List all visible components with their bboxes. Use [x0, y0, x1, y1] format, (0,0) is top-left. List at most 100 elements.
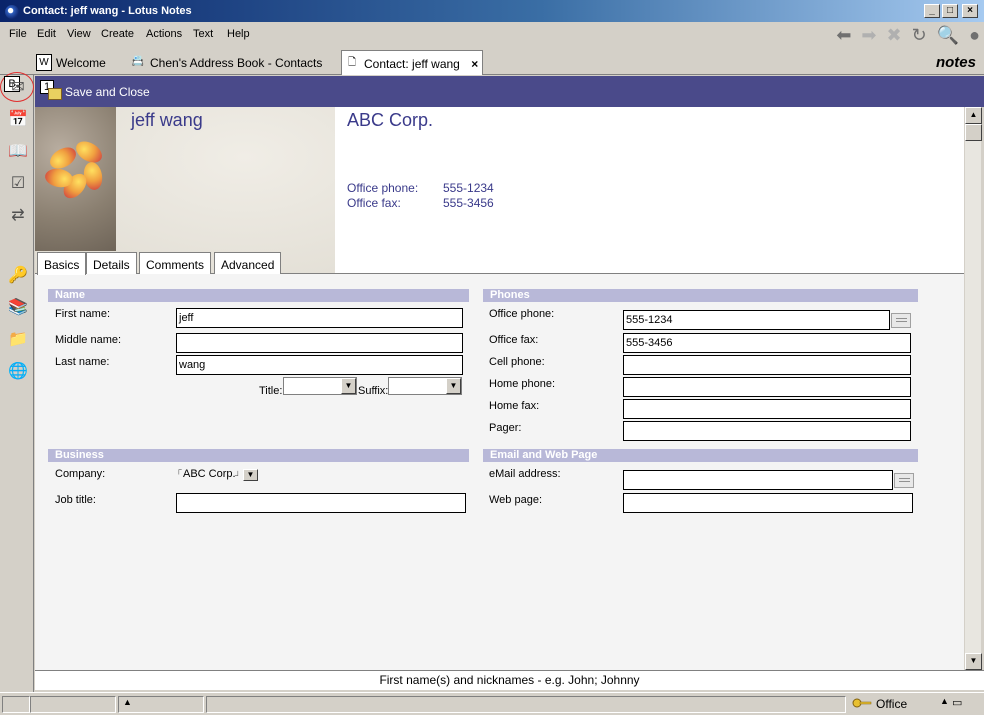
- pager-label: Pager:: [489, 422, 522, 434]
- tab-label: Welcome: [56, 56, 106, 70]
- save-and-close-button[interactable]: Save and Close: [65, 85, 150, 99]
- cell-phone-field[interactable]: [623, 355, 911, 375]
- chevron-down-icon[interactable]: ▼: [243, 469, 258, 481]
- middle-name-label: Middle name:: [55, 334, 122, 346]
- section-phones-header: Phones: [483, 289, 918, 302]
- caret-up-icon[interactable]: ▲: [940, 696, 952, 713]
- bookmarks-icon[interactable]: 🔑: [7, 265, 29, 287]
- first-name-field[interactable]: jeff: [176, 308, 463, 328]
- menu-edit[interactable]: Edit: [37, 28, 56, 40]
- menu-text[interactable]: Text: [193, 28, 213, 40]
- header-office-fax-value: 555-3456: [443, 196, 494, 210]
- email-field[interactable]: [623, 470, 893, 490]
- scroll-thumb[interactable]: [965, 124, 982, 141]
- status-pane[interactable]: ▲: [118, 696, 204, 713]
- home-phone-field[interactable]: [623, 377, 911, 397]
- tab-basics[interactable]: Basics: [37, 252, 87, 275]
- menu-view[interactable]: View: [67, 28, 91, 40]
- status-pane[interactable]: [2, 696, 30, 713]
- tab-welcome[interactable]: W Welcome: [34, 50, 110, 75]
- calendar-icon[interactable]: 📅: [7, 109, 29, 131]
- middle-name-field[interactable]: [176, 333, 463, 353]
- tab-contact[interactable]: 🗋 Contact: jeff wang ×: [341, 50, 484, 75]
- notes-logo: notes: [935, 54, 976, 71]
- tab-label: Contact: jeff wang: [364, 57, 460, 71]
- office-phone-label: Office phone:: [489, 308, 555, 320]
- title-select[interactable]: ▼: [283, 377, 357, 395]
- office-fax-field[interactable]: 555-3456: [623, 333, 911, 353]
- caret-up-icon: ▲: [123, 697, 132, 707]
- section-business-header: Business: [48, 449, 469, 462]
- tab-details[interactable]: Details: [86, 252, 137, 274]
- minimize-button[interactable]: _: [924, 4, 940, 18]
- pager-field[interactable]: [623, 421, 911, 441]
- tab-address-book[interactable]: 📇 Chen's Address Book - Contacts: [128, 50, 326, 75]
- first-name-label: First name:: [55, 308, 111, 320]
- phone-helper-icon[interactable]: [891, 313, 911, 328]
- replicator-icon[interactable]: ⇄: [7, 205, 29, 227]
- last-name-field[interactable]: wang: [176, 355, 463, 375]
- close-button[interactable]: ×: [962, 4, 978, 18]
- todo-icon[interactable]: ☑: [7, 173, 29, 195]
- scroll-up-icon[interactable]: ▲: [965, 107, 982, 124]
- internet-icon[interactable]: 🌐: [7, 361, 29, 383]
- contact-document: jeff wang ABC Corp. Office phone: 555-12…: [35, 107, 964, 670]
- contacts-icon[interactable]: 📖: [7, 141, 29, 163]
- stop-icon[interactable]: ✖: [887, 25, 902, 45]
- databases-icon[interactable]: 📚: [7, 297, 29, 319]
- email-label: eMail address:: [489, 468, 561, 480]
- vertical-scrollbar[interactable]: ▲ ▼: [964, 107, 982, 670]
- folder-icon[interactable]: 📁: [7, 329, 29, 351]
- maximize-button[interactable]: □: [942, 4, 958, 18]
- web-page-field[interactable]: [623, 493, 913, 513]
- job-title-field[interactable]: [176, 493, 466, 513]
- company-value[interactable]: ABC Corp.: [183, 468, 236, 480]
- contact-name-heading: jeff wang: [131, 110, 203, 130]
- tab-comments[interactable]: Comments: [139, 252, 212, 274]
- cell-phone-label: Cell phone:: [489, 356, 545, 368]
- navigation-toolbar: ⬅ ➡ ✖ ↻ 🔍 ●: [836, 24, 980, 46]
- field-bracket-open: ┌: [176, 465, 182, 474]
- home-fax-field[interactable]: [623, 399, 911, 419]
- menu-help[interactable]: Help: [227, 28, 250, 40]
- last-name-label: Last name:: [55, 356, 110, 368]
- inbox-icon[interactable]: ▭: [952, 696, 978, 713]
- close-tab-icon[interactable]: ×: [471, 57, 478, 71]
- suffix-label: Suffix:: [358, 385, 389, 397]
- field-bracket-close: ┘: [235, 471, 241, 480]
- lotus-notes-app-icon[interactable]: [5, 5, 19, 19]
- scroll-down-icon[interactable]: ▼: [965, 653, 982, 670]
- document-icon: 🗋: [347, 57, 357, 68]
- search-icon[interactable]: 🔍: [937, 25, 959, 45]
- job-title-label: Job title:: [55, 494, 96, 506]
- address-helper-icon[interactable]: [894, 473, 914, 488]
- globe-icon[interactable]: ●: [969, 25, 980, 45]
- home-fax-label: Home fax:: [489, 400, 540, 412]
- status-bar: ▲ Office ▲ ▭: [0, 692, 984, 715]
- suffix-select[interactable]: ▼: [388, 377, 462, 395]
- office-phone-field[interactable]: 555-1234: [623, 310, 890, 330]
- tab-advanced[interactable]: Advanced: [214, 252, 282, 274]
- menu-file[interactable]: File: [9, 28, 27, 40]
- forward-arrow-icon[interactable]: ➡: [861, 25, 876, 45]
- office-fax-label: Office fax:: [489, 334, 539, 346]
- title-bar: Contact: jeff wang - Lotus Notes _ □ ×: [0, 0, 984, 24]
- company-dropdown[interactable]: ▼: [243, 469, 258, 481]
- refresh-icon[interactable]: ↻: [912, 25, 927, 45]
- title-label: Title:: [259, 385, 283, 397]
- field-hint: First name(s) and nicknames - e.g. John;…: [35, 670, 984, 690]
- menu-create[interactable]: Create: [101, 28, 134, 40]
- mail-icon[interactable]: ✉: [7, 77, 29, 99]
- section-email-header: Email and Web Page: [483, 449, 918, 462]
- back-arrow-icon[interactable]: ⬅: [836, 25, 851, 45]
- status-message-pane: [206, 696, 846, 713]
- chevron-down-icon[interactable]: ▼: [341, 378, 356, 394]
- key-icon: [852, 698, 872, 708]
- status-pane[interactable]: [30, 696, 116, 713]
- tab-label: Chen's Address Book - Contacts: [150, 56, 323, 70]
- chevron-down-icon[interactable]: ▼: [446, 378, 461, 394]
- section-name-header: Name: [48, 289, 469, 302]
- location-selector[interactable]: Office: [876, 697, 907, 711]
- header-office-phone-label: Office phone:: [347, 181, 419, 195]
- menu-actions[interactable]: Actions: [146, 28, 182, 40]
